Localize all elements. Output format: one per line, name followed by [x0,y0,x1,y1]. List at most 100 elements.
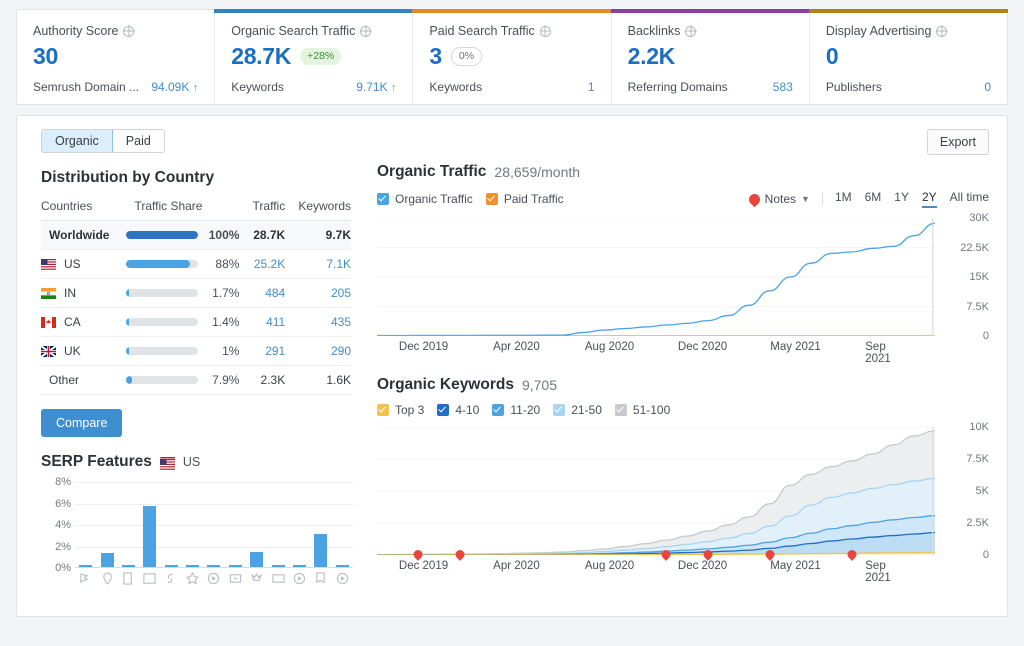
kpi-value-row: 30 [33,43,198,70]
kpi-foot-value[interactable]: 94.09K ↑ [151,80,198,94]
kpi-foot-value[interactable]: 583 [773,80,793,94]
local-pack-icon[interactable] [101,572,114,585]
keywords-cell[interactable]: 290 [285,336,351,366]
kpi-card-1[interactable]: Authority Score 30 Semrush Domain ... 94… [17,10,216,104]
kpi-value: 28.7K [231,43,292,69]
share-bar-fill [126,347,129,355]
legend-21-50[interactable]: 21-50 [553,403,602,417]
kpi-foot-value[interactable]: 9.71K ↑ [356,80,396,94]
legend-4-10[interactable]: 4-10 [437,403,479,417]
serp-bar-video[interactable] [207,564,221,567]
keywords-cell[interactable]: 7.1K [285,249,351,279]
col-header-traffic-share[interactable]: Traffic Share [126,199,245,221]
range-2y[interactable]: 2Y [921,190,937,208]
top-stories-icon[interactable] [250,572,263,585]
serp-bar-video-player[interactable] [292,564,306,567]
col-header-keywords[interactable]: Keywords [285,199,351,221]
country-cell: UK [40,336,127,366]
serp-bar-instant-answer[interactable] [271,564,285,567]
kpi-card-3[interactable]: Paid Search Traffic 3 0% Keywords 1 [412,9,612,104]
video-icon[interactable] [207,572,220,585]
table-row[interactable]: Worldwide 100% 28.7K 9.7K [41,220,351,250]
serp-bar-site-links[interactable] [121,564,135,567]
traffic-cell[interactable]: 411 [244,307,286,337]
keywords-cell[interactable]: 435 [285,307,351,337]
checkbox-icon[interactable] [492,404,505,416]
range-1m[interactable]: 1M [835,190,852,208]
legend-top-3[interactable]: Top 3 [377,403,424,417]
legend-paid-traffic[interactable]: Paid Traffic [485,192,564,206]
checkbox-icon[interactable] [437,404,450,416]
faq-icon[interactable] [314,572,327,585]
note-pin-icon [746,191,762,207]
col-header-traffic[interactable]: Traffic [244,199,286,221]
kpi-card-2[interactable]: Organic Search Traffic 28.7K +28% Keyword… [214,9,414,104]
right-column: Export Organic Traffic 28,659/month Orga… [365,116,1007,616]
table-row[interactable]: Other 7.9% 2.3K 1.6K [41,365,351,395]
checkbox-icon[interactable] [377,193,389,205]
kpi-foot-label: Publishers [825,80,882,94]
table-row[interactable]: IN 1.7% 484 205 [41,278,351,308]
serp-bar-people-also-ask[interactable] [335,564,349,567]
kpi-foot-value[interactable]: 1 [588,80,595,94]
keywords-cell[interactable]: 205 [285,278,351,308]
traffic-share-cell: 1.7% [126,278,245,308]
checkbox-icon[interactable] [614,404,627,416]
table-row[interactable]: CA 1.4% 411 435 [41,307,351,337]
table-row[interactable]: US 88% 25.2K 7.1K [41,249,351,279]
globe-icon [123,25,135,37]
people-also-ask-icon[interactable] [336,572,349,585]
col-header-countries[interactable]: Countries [41,199,127,221]
table-row[interactable]: UK 1% 291 290 [40,336,351,366]
kpi-accent-bar [412,9,612,13]
checkbox-icon[interactable] [377,404,389,416]
notes-dropdown[interactable]: Notes ▼ [746,191,810,207]
organic-keywords-subtitle: 9,705 [521,377,558,393]
kpi-card-5[interactable]: Display Advertising 0 Publishers 0 [808,9,1009,104]
reviews-icon[interactable] [186,572,199,585]
instant-answer-icon[interactable] [271,572,285,585]
organic-traffic-y-axis: 0 7.5K 15K 22.5K 30K [939,212,989,342]
featured-snippet-icon[interactable] [79,572,92,585]
kpi-foot-value[interactable]: 0 [984,80,991,94]
range-6m[interactable]: 6M [865,190,882,208]
traffic-cell[interactable]: 25.2K [244,249,286,279]
serp-bar-related-links[interactable] [164,564,178,567]
traffic-cell[interactable]: 484 [244,278,286,308]
related-links-icon[interactable] [165,572,178,585]
legend-11-20[interactable]: 11-20 [492,403,540,417]
share-percent: 88% [215,257,240,271]
y-tick: 15K [969,271,989,283]
organic-traffic-subtitle: 28,659/month [494,164,581,180]
serp-bar-top-stories[interactable] [250,551,264,567]
legend-organic-traffic[interactable]: Organic Traffic [377,192,473,206]
export-button[interactable]: Export [926,129,989,155]
checkbox-icon[interactable] [485,193,498,205]
range-all-time[interactable]: All time [950,190,989,208]
kpi-card-4[interactable]: Backlinks 2.2K Referring Domains 583 [610,9,810,104]
organic-paid-toggle[interactable]: Organic Paid [41,129,165,153]
legend-51-100[interactable]: 51-100 [614,403,670,417]
site-links-icon[interactable] [122,572,135,585]
traffic-cell[interactable]: 291 [244,336,286,366]
serp-y-tick: 6% [55,497,71,510]
x-tick: Sep 2021 [865,341,891,365]
overview-panel: Organic Paid Distribution by Country Coun… [16,115,1008,617]
range-1y[interactable]: 1Y [894,190,909,208]
video-player-icon[interactable] [293,572,306,585]
legend-label: Paid Traffic [503,192,564,206]
y-tick: 10K [969,421,989,433]
kpi-value: 30 [33,43,58,69]
serp-bar-faq[interactable] [314,533,328,567]
compare-button[interactable]: Compare [41,409,123,437]
serp-bar-featured-snippet[interactable] [79,564,93,567]
serp-bar-local-pack[interactable] [100,553,114,567]
serp-bar-image-pack[interactable] [143,505,157,567]
tab-paid[interactable]: Paid [112,130,164,152]
tab-organic[interactable]: Organic [42,130,113,152]
serp-bar-video-carousel[interactable] [228,564,242,567]
image-pack-icon[interactable] [143,572,156,585]
checkbox-icon[interactable] [553,404,566,416]
serp-bar-reviews[interactable] [186,564,200,567]
video-carousel-icon[interactable] [229,572,242,585]
